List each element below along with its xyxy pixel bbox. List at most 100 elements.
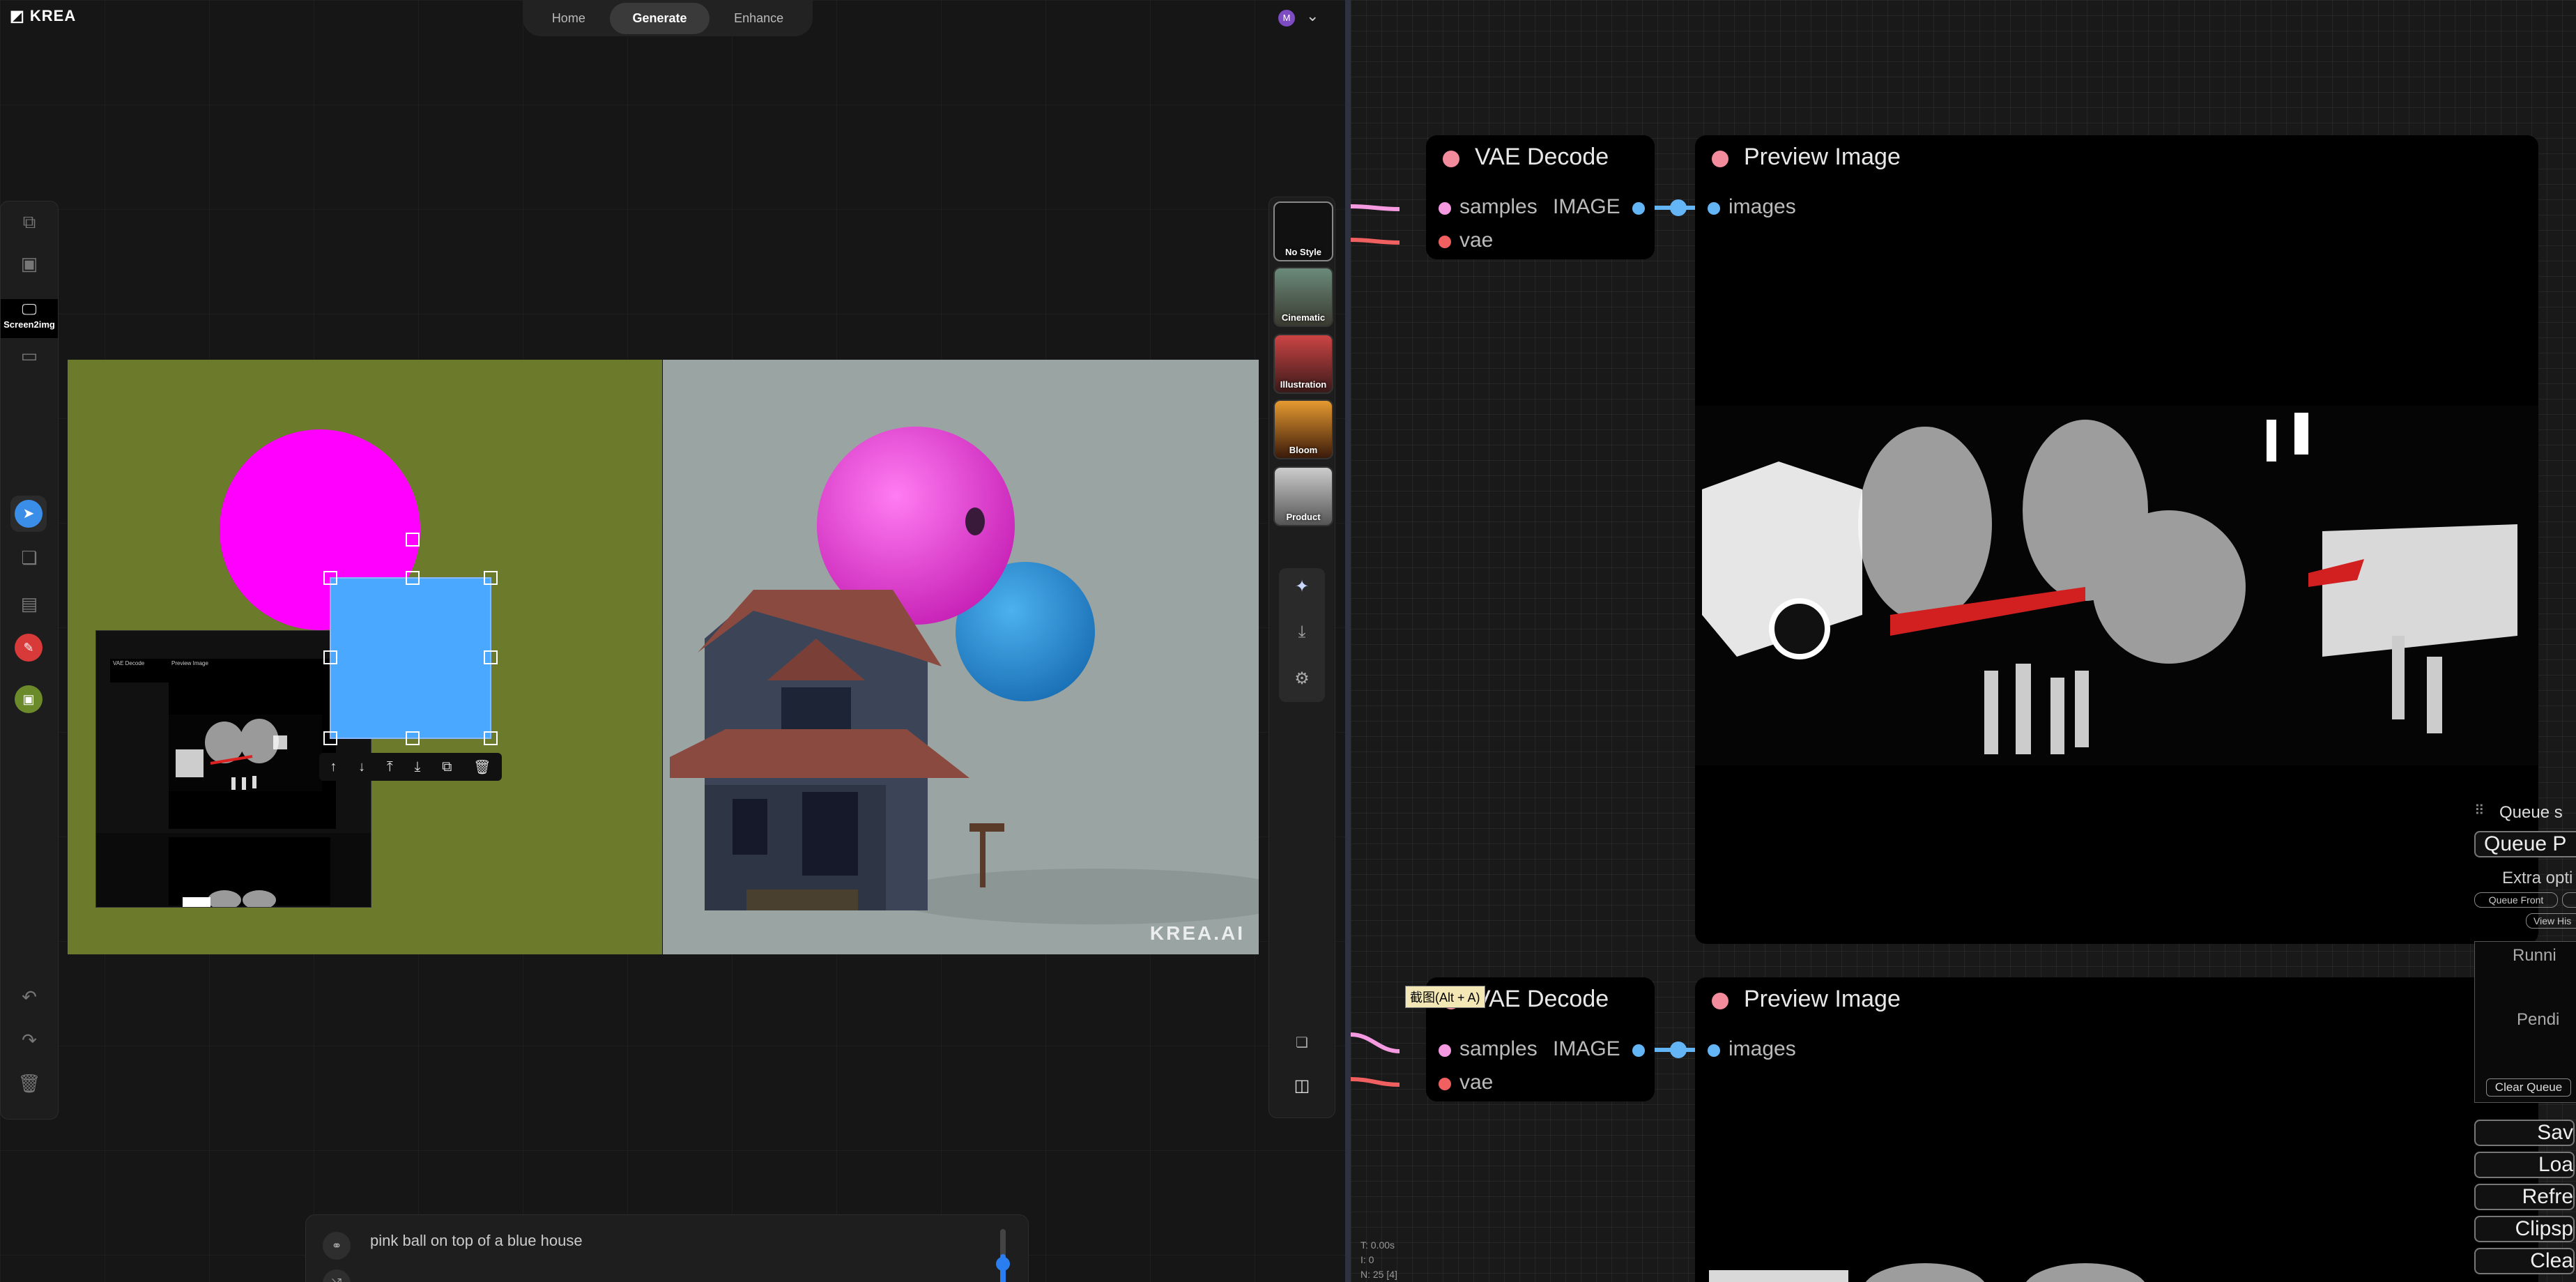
style-label: Illustration: [1280, 379, 1327, 390]
pen-tool-button[interactable]: ✎: [10, 629, 47, 666]
krea-watermark: KREA.AI: [1149, 922, 1245, 944]
extra-options-label: Extra opti: [2502, 869, 2573, 887]
strength-slider-handle[interactable]: [996, 1257, 1010, 1271]
undo-icon[interactable]: ↶: [1, 986, 58, 1008]
preview-image-node-2[interactable]: Preview Image images: [1695, 977, 2538, 1282]
style-cinematic[interactable]: Cinematic: [1273, 267, 1333, 327]
view-queue-button[interactable]: [2562, 892, 2576, 908]
tab-home[interactable]: Home: [530, 3, 608, 34]
style-no-style[interactable]: No Style: [1273, 201, 1333, 261]
duplicate-icon[interactable]: ⧉: [442, 759, 452, 775]
image-add-icon[interactable]: ▤: [1, 593, 58, 615]
style-label: Bloom: [1289, 445, 1318, 455]
blue-square[interactable]: [330, 578, 491, 738]
settings-icon[interactable]: ⚙: [1269, 669, 1335, 689]
images-input-dot[interactable]: [1708, 1044, 1720, 1057]
send-to-back-icon[interactable]: ⤓: [415, 759, 421, 775]
image-tool-button[interactable]: ▣: [10, 681, 47, 717]
cursor-icon: ➤: [15, 500, 43, 528]
screenshot-tooltip: 截图(Alt + A): [1405, 986, 1485, 1008]
layers-icon[interactable]: ❏: [1, 547, 58, 569]
style-panel: No Style Cinematic Illustration Bloom Pr…: [1268, 197, 1335, 1118]
queue-size-label: Queue s: [2499, 803, 2563, 822]
krea-logo[interactable]: ◩ KREA: [10, 7, 76, 25]
clear-queue-button[interactable]: Clear Queue: [2486, 1078, 2571, 1097]
move-down-icon[interactable]: ↓: [358, 759, 365, 775]
image-icon: ▣: [15, 685, 43, 713]
image-output-label: IMAGE: [1553, 195, 1620, 218]
krea-logo-text: KREA: [29, 7, 77, 24]
select-tool-button[interactable]: ➤: [10, 496, 47, 532]
stat-iterations: I: 0: [1360, 1254, 1374, 1265]
split-view-icon[interactable]: ◫: [1269, 1076, 1335, 1096]
style-product[interactable]: Product: [1273, 466, 1333, 526]
view-history-button[interactable]: View His: [2526, 913, 2576, 929]
embedded-preview-title: Preview Image: [171, 660, 208, 666]
images-input-dot[interactable]: [1708, 202, 1720, 215]
depth-preview-image: [1695, 406, 2538, 765]
vae-input-label: vae: [1459, 1071, 1494, 1094]
bring-to-front-icon[interactable]: ⤒: [387, 759, 393, 775]
redo-icon[interactable]: ↷: [1, 1030, 58, 1051]
prompt-input[interactable]: pink ball on top of a blue house: [370, 1232, 583, 1250]
image-output-dot[interactable]: [1632, 202, 1645, 215]
window-divider[interactable]: [1345, 0, 1351, 1282]
layers-icon[interactable]: ❏: [1269, 1034, 1335, 1051]
user-avatar[interactable]: M: [1278, 10, 1295, 26]
tab-enhance[interactable]: Enhance: [712, 3, 806, 34]
samples-input-dot[interactable]: [1439, 202, 1451, 215]
tab-generate[interactable]: Generate: [610, 2, 710, 34]
stat-time: T: 0.00s: [1360, 1239, 1395, 1251]
download-icon[interactable]: ⤓: [1269, 623, 1335, 642]
node-title: VAE Decode: [1475, 986, 1609, 1012]
pending-label: Pendi: [2517, 1010, 2560, 1029]
input-canvas[interactable]: VAE Decode Preview Image ↑ ↓ ⤒ ⤓ ⧉ 🗑: [68, 360, 662, 954]
image-icon[interactable]: ▣: [1, 253, 58, 275]
link-icon[interactable]: ⚭: [323, 1232, 351, 1260]
vae-input-dot[interactable]: [1439, 236, 1451, 248]
vae-input-dot[interactable]: [1439, 1078, 1451, 1090]
preview-image-node[interactable]: Preview Image images: [1695, 135, 2538, 944]
load-button[interactable]: Loa: [2474, 1152, 2575, 1178]
top-navigation: Home Generate Enhance: [523, 0, 813, 36]
depth-preview-image-2: [1709, 1263, 2145, 1282]
camera-icon[interactable]: ▭: [1, 345, 58, 367]
screen2img-button[interactable]: 🖵 Screen2img: [1, 299, 58, 338]
account-chevron-down-icon[interactable]: ⌄: [1306, 7, 1319, 25]
move-up-icon[interactable]: ↑: [330, 759, 337, 775]
drag-handle-icon[interactable]: ⠿: [2474, 802, 2485, 819]
shuffle-icon[interactable]: ⤮: [323, 1269, 351, 1282]
node-title: Preview Image: [1744, 144, 1901, 170]
node-status-dot: [1443, 151, 1459, 167]
video-icon[interactable]: ⧉: [1, 211, 58, 234]
queue-list: Runni Pendi Clear Queue: [2474, 941, 2576, 1103]
output-canvas[interactable]: KREA.AI: [663, 360, 1259, 954]
style-label: Product: [1286, 512, 1321, 522]
pen-icon: ✎: [15, 634, 43, 662]
refresh-button[interactable]: Refre: [2474, 1184, 2575, 1210]
clipspace-button[interactable]: Clipsp: [2474, 1216, 2575, 1242]
image-output-dot[interactable]: [1632, 1044, 1645, 1057]
embedded-depth-image-2: [183, 890, 276, 907]
vae-decode-node[interactable]: VAE Decode samples vae IMAGE: [1426, 135, 1655, 259]
queue-front-button[interactable]: Queue Front: [2474, 892, 2558, 908]
vae-input-label: vae: [1459, 229, 1494, 252]
queue-prompt-button[interactable]: Queue P: [2474, 831, 2576, 857]
samples-input-dot[interactable]: [1439, 1044, 1451, 1057]
save-button[interactable]: Sav: [2474, 1120, 2575, 1146]
samples-input-label: samples: [1459, 195, 1538, 218]
strength-slider[interactable]: [996, 1229, 1010, 1282]
embedded-second-row: [96, 833, 371, 907]
images-input-label: images: [1728, 1037, 1796, 1060]
node-status-dot: [1712, 993, 1728, 1009]
trash-icon[interactable]: 🗑: [1, 1073, 58, 1094]
style-bloom[interactable]: Bloom: [1273, 399, 1333, 459]
style-illustration[interactable]: Illustration: [1273, 334, 1333, 394]
comfyui-graph[interactable]: VAE Decode samples vae IMAGE Preview Ima…: [1351, 0, 2576, 1282]
sparkle-icon[interactable]: ✦: [1269, 577, 1335, 597]
left-toolbar: ⧉ ▣ 🖵 Screen2img ▭ ➤ ❏ ▤ ✎ ▣ ↶ ↷ 🗑: [0, 201, 59, 1120]
running-label: Runni: [2513, 946, 2556, 965]
delete-icon[interactable]: 🗑: [473, 758, 491, 776]
node-title: VAE Decode: [1475, 144, 1609, 170]
clear-button[interactable]: Clea: [2474, 1248, 2575, 1274]
